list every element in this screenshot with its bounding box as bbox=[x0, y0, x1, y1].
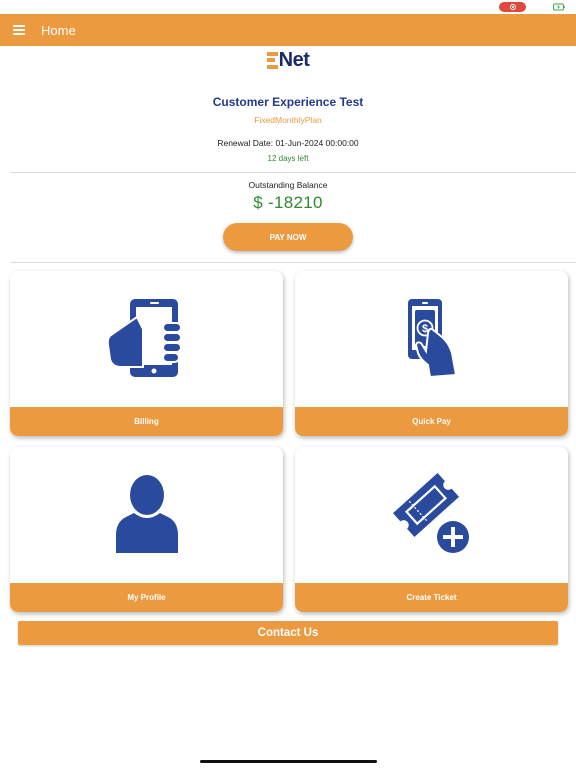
app-bar: Home bbox=[0, 14, 576, 46]
customer-name: Customer Experience Test bbox=[212, 95, 364, 109]
renewal-date: Renewal Date: 01-Jun-2024 00:00:00 bbox=[217, 138, 359, 148]
tile-label: Billing bbox=[10, 407, 283, 436]
tile-label: My Profile bbox=[10, 583, 283, 612]
contact-us-button[interactable]: Contact Us bbox=[18, 621, 558, 645]
page-title: Home bbox=[41, 22, 76, 38]
divider bbox=[10, 172, 576, 173]
my-profile-tile[interactable]: My Profile bbox=[10, 447, 283, 612]
balance-label: Outstanding Balance bbox=[248, 180, 328, 190]
home-indicator[interactable] bbox=[200, 760, 377, 763]
battery-charging-icon bbox=[553, 3, 565, 11]
status-bar bbox=[0, 0, 576, 14]
tile-label: Quick Pay bbox=[295, 407, 568, 436]
quick-pay-tile[interactable]: $ Quick Pay bbox=[295, 271, 568, 436]
pay-now-button[interactable]: PAY NOW bbox=[223, 223, 353, 251]
user-silhouette-icon bbox=[115, 475, 178, 553]
home-screen: Home Net Customer Experience Test FixedM… bbox=[0, 0, 576, 768]
billing-tile[interactable]: Billing bbox=[10, 271, 283, 436]
hamburger-menu-icon[interactable] bbox=[13, 25, 25, 35]
divider bbox=[10, 262, 576, 263]
hand-holding-phone-icon bbox=[106, 299, 182, 377]
hand-holding-money-phone-icon: $ bbox=[407, 299, 457, 379]
balance-value: $ -18210 bbox=[253, 193, 323, 212]
screen-recording-icon bbox=[499, 2, 526, 12]
create-ticket-tile[interactable]: Create Ticket bbox=[295, 447, 568, 612]
days-left: 12 days left bbox=[267, 154, 309, 163]
plan-name: FixedMonthlyPlan bbox=[254, 115, 322, 125]
tile-label: Create Ticket bbox=[295, 583, 568, 612]
enet-e-mark-icon bbox=[266, 51, 278, 69]
ticket-plus-icon bbox=[392, 473, 472, 556]
logo-text: Net bbox=[278, 49, 310, 71]
enet-logo: Net bbox=[0, 50, 576, 70]
